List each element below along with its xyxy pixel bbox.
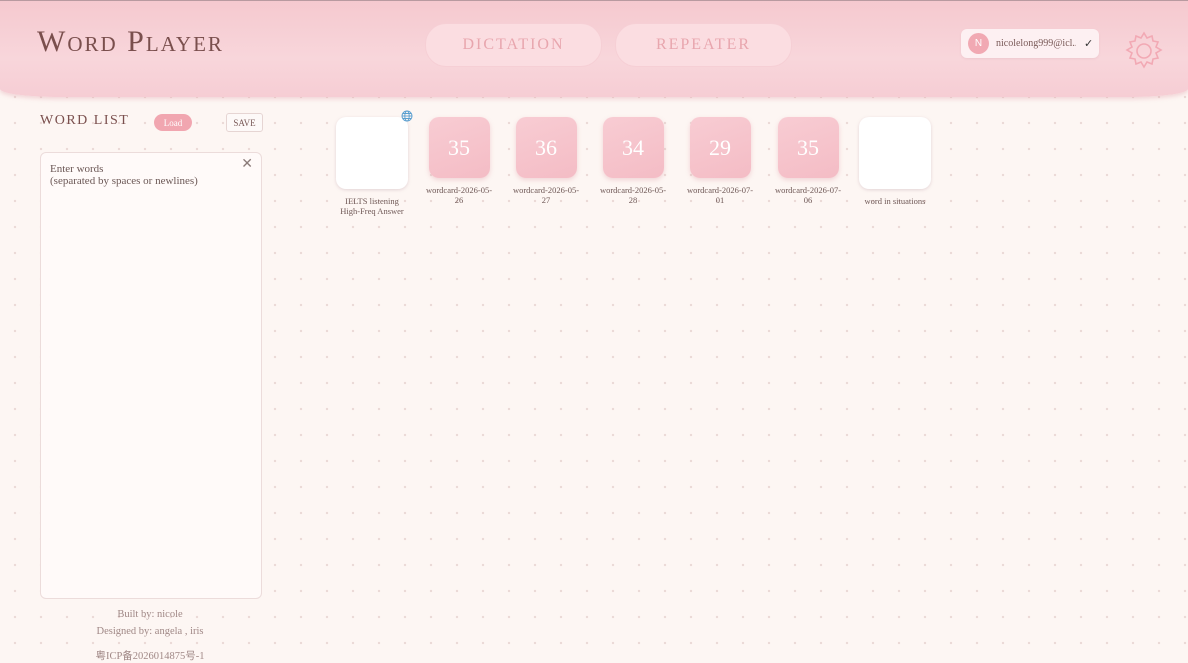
deck-count: 36 [515,117,577,178]
deck-count: 34 [602,117,664,178]
word-input-panel: ✕ [40,152,262,599]
designed-by-credit: Designed by: angela , iris [96,626,204,637]
deck-label: word in situations [864,196,926,206]
word-input[interactable] [50,163,235,583]
deck-label: wordcard-2026-05-28 [599,185,667,205]
deck-label: wordcard-2026-05-27 [512,185,580,205]
avatar: N [968,33,989,54]
deck-word-in-situations[interactable]: word in situations [858,117,932,206]
word-list-title: WORD LIST [40,113,130,128]
globe-icon [401,110,413,122]
deck-label: wordcard-2026-05-26 [425,185,493,205]
load-button[interactable]: Load [154,114,192,131]
deck-count: 35 [428,117,490,178]
deck-wordcard-2026-07-01[interactable]: 29 wordcard-2026-07-01 [683,117,757,205]
close-icon[interactable]: ✕ [241,156,253,172]
dictation-button[interactable]: DICTATION [425,23,602,67]
deck-count: 29 [689,117,751,178]
deck-wordcard-2026-05-27[interactable]: 36 wordcard-2026-05-27 [509,117,583,205]
deck-thumbnail [859,117,931,189]
deck-wordcard-2026-05-28[interactable]: 34 wordcard-2026-05-28 [596,117,670,205]
check-icon: ✓ [1084,37,1094,50]
deck-ielts-listening[interactable]: IELTS listening High-Freq Answer [335,110,413,216]
gear-icon[interactable] [1122,29,1166,73]
deck-count: 35 [777,117,839,178]
repeater-button[interactable]: REPEATER [615,23,792,67]
app-header: Word Player DICTATION REPEATER N nicolel… [0,0,1188,97]
deck-label: IELTS listening High-Freq Answer [340,196,404,216]
app-title: Word Player [37,25,224,58]
deck-wordcard-2026-05-26[interactable]: 35 wordcard-2026-05-26 [422,117,496,205]
built-by-credit: Built by: nicole [117,609,183,620]
save-button[interactable]: SAVE [226,113,263,132]
deck-label: wordcard-2026-07-06 [774,185,842,205]
deck-thumbnail [336,117,408,189]
deck-label: wordcard-2026-07-01 [686,185,754,205]
user-email: nicolelong999@icl... [996,38,1076,49]
deck-wordcard-2026-07-06[interactable]: 35 wordcard-2026-07-06 [771,117,845,205]
user-account-selector[interactable]: N nicolelong999@icl... ✓ [961,29,1099,58]
